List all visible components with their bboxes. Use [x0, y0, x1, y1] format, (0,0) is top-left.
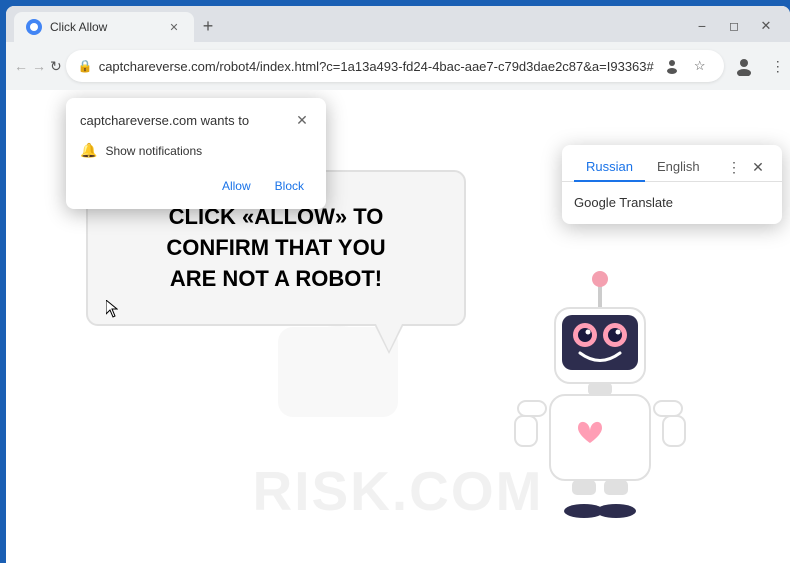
account-button[interactable] — [728, 50, 760, 82]
tab-bar: Click Allow ✕ + − ◻ ✕ — [6, 6, 790, 42]
forward-button[interactable]: → — [32, 50, 46, 82]
notif-close-button[interactable]: ✕ — [292, 110, 312, 130]
close-window-button[interactable]: ✕ — [754, 14, 778, 38]
translate-tab-russian[interactable]: Russian — [574, 153, 645, 182]
tab-title: Click Allow — [50, 20, 158, 34]
translate-service-name: Google Translate — [574, 195, 673, 210]
translate-body: Google Translate — [562, 182, 782, 224]
notification-popup: captchareverse.com wants to ✕ 🔔 Show not… — [66, 98, 326, 209]
restore-button[interactable]: ◻ — [722, 14, 746, 38]
browser-window: Click Allow ✕ + − ◻ ✕ ← → ↻ 🔒 captcharev… — [6, 6, 790, 563]
notif-header: captchareverse.com wants to ✕ — [66, 98, 326, 138]
account-icon[interactable] — [660, 54, 684, 78]
translate-tab-english[interactable]: English — [645, 153, 712, 182]
translate-tabs: Russian English ⋮ ✕ — [562, 145, 782, 182]
bell-icon: 🔔 — [80, 142, 97, 159]
reload-button[interactable]: ↻ — [50, 50, 62, 82]
translate-menu-button[interactable]: ⋮ — [722, 155, 746, 179]
notif-row: 🔔 Show notifications — [66, 138, 326, 171]
active-tab[interactable]: Click Allow ✕ — [14, 12, 194, 42]
notif-buttons: Allow Block — [66, 171, 326, 209]
bookmark-icon[interactable]: ☆ — [688, 54, 712, 78]
page-content: RISK.COM CLICK «ALLOW» TO CONFIRM THAT Y… — [6, 90, 790, 563]
tab-close-button[interactable]: ✕ — [166, 19, 182, 35]
url-text: captchareverse.com/robot4/index.html?c=1… — [99, 59, 654, 74]
notif-description: Show notifications — [105, 144, 202, 158]
nav-bar: ← → ↻ 🔒 captchareverse.com/robot4/index.… — [6, 42, 790, 90]
tab-favicon — [26, 19, 42, 35]
bubble-text: CLICK «ALLOW» TO CONFIRM THAT YOU ARE NO… — [128, 202, 424, 294]
translate-popup: Russian English ⋮ ✕ Google Translate — [562, 145, 782, 224]
allow-button[interactable]: Allow — [214, 175, 259, 197]
new-tab-button[interactable]: + — [194, 12, 222, 40]
notif-title: captchareverse.com wants to — [80, 113, 249, 128]
address-bar[interactable]: 🔒 captchareverse.com/robot4/index.html?c… — [66, 50, 724, 82]
address-icons: ☆ — [660, 54, 712, 78]
minimize-button[interactable]: − — [690, 14, 714, 38]
nav-right-buttons: ⋮ — [728, 50, 790, 82]
lock-icon: 🔒 — [78, 59, 93, 73]
block-button[interactable]: Block — [267, 175, 312, 197]
more-options-button[interactable]: ⋮ — [762, 50, 790, 82]
translate-close-button[interactable]: ✕ — [746, 155, 770, 179]
robot-illustration — [490, 263, 710, 543]
back-button[interactable]: ← — [14, 50, 28, 82]
